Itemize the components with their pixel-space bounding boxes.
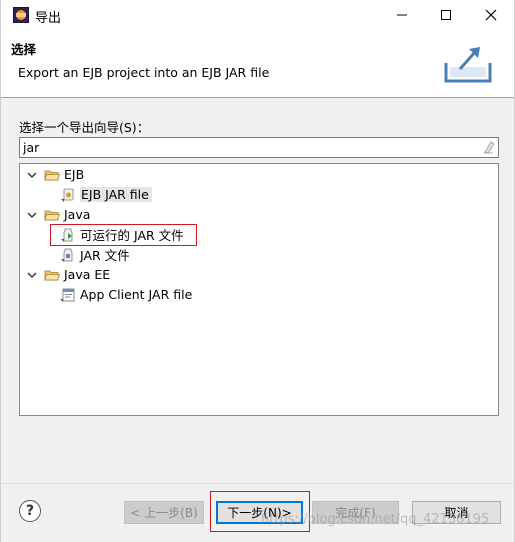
tree-node-runnable-jar[interactable]: 可运行的 JAR 文件 (60, 225, 184, 244)
export-wizard-graphic (444, 47, 492, 83)
tree-node-label: Java EE (64, 267, 111, 282)
tree-node-label: App Client JAR file (80, 287, 193, 302)
eclipse-icon (13, 7, 29, 23)
wizard-tree[interactable]: EJB EJB JAR file Java 可运行的 JAR 文件 JAR 文件… (19, 163, 499, 416)
help-button[interactable]: ? (19, 500, 41, 522)
maximize-icon (441, 10, 451, 20)
tree-node-ejb-jar-file[interactable]: EJB JAR file (60, 185, 152, 204)
wizard-filter-input[interactable] (19, 137, 499, 158)
button-bar-separator (1, 483, 514, 484)
chevron-down-icon[interactable] (26, 169, 38, 181)
minimize-button[interactable] (379, 0, 425, 30)
clear-filter-icon[interactable] (481, 140, 495, 154)
tree-node-label: EJB JAR file (80, 187, 152, 202)
tree-node-label: JAR 文件 (80, 248, 130, 263)
wizard-select-label: 选择一个导出向导(S)： (19, 120, 150, 135)
tree-node-label: EJB (64, 167, 85, 182)
wizard-page-title: 选择 (11, 42, 37, 57)
wizard-page-description: Export an EJB project into an EJB JAR fi… (18, 65, 270, 80)
export-dialog: 导出 选择 Export an EJB project into an EJB … (0, 0, 515, 542)
finish-button[interactable]: 完成(F) (312, 501, 399, 524)
close-button[interactable] (468, 0, 514, 30)
cancel-button[interactable]: 取消 (412, 501, 501, 524)
runnable-jar-icon (61, 228, 73, 242)
tree-node-java[interactable]: Java (26, 205, 90, 224)
wizard-header: 选择 Export an EJB project into an EJB JAR… (1, 30, 514, 98)
maximize-button[interactable] (423, 0, 469, 30)
close-icon (485, 9, 497, 21)
folder-open-icon (44, 210, 60, 220)
folder-open-icon (44, 170, 60, 180)
tree-node-label: Java (64, 207, 91, 222)
tree-node-app-client-jar[interactable]: App Client JAR file (60, 285, 192, 304)
ejb-jar-icon (61, 188, 74, 202)
tree-node-java-ee[interactable]: Java EE (26, 265, 110, 284)
tree-node-jar-file[interactable]: JAR 文件 (60, 245, 130, 264)
tree-node-ejb[interactable]: EJB (26, 165, 84, 184)
chevron-down-icon[interactable] (26, 209, 38, 221)
app-client-jar-icon (60, 288, 75, 302)
chevron-down-icon[interactable] (26, 269, 38, 281)
minimize-icon (397, 14, 407, 16)
help-icon: ? (25, 503, 35, 519)
window-title: 导出 (35, 11, 62, 26)
title-bar: 导出 (1, 0, 514, 30)
back-button[interactable]: < 上一步(B) (124, 501, 204, 524)
jar-icon (61, 248, 73, 262)
next-button[interactable]: 下一步(N)> (216, 501, 303, 524)
folder-open-icon (44, 270, 60, 280)
tree-node-label: 可运行的 JAR 文件 (80, 228, 184, 243)
